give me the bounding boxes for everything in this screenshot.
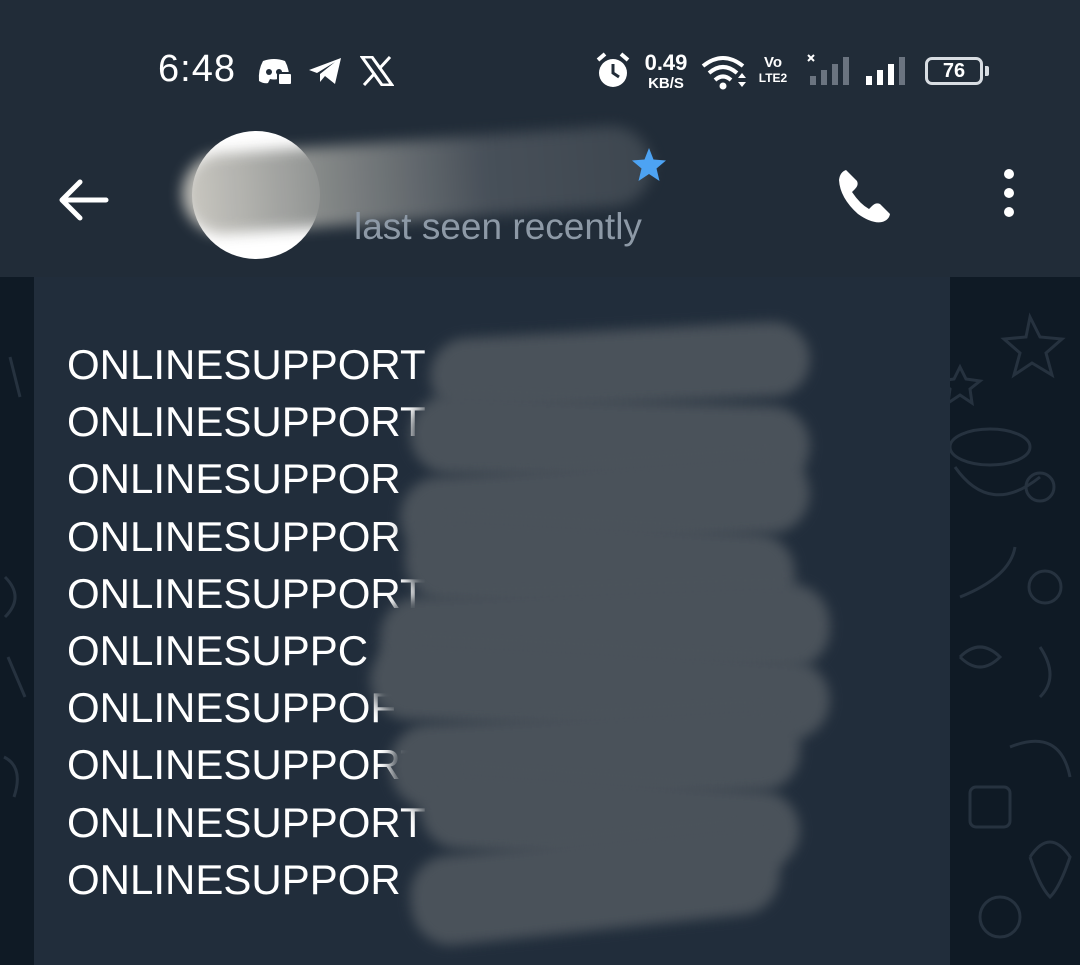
contact-status: last seen recently xyxy=(354,206,642,247)
more-menu-button[interactable] xyxy=(992,166,1026,226)
network-speed: 0.49 KB/S xyxy=(638,50,694,92)
network-speed-value: 0.49 xyxy=(644,50,688,75)
message-text: ONLINESUPPORT ONLINESUPPORT ONLINESUPPOR… xyxy=(67,336,426,908)
message-line: ONLINESUPPOR xyxy=(67,855,401,903)
discord-icon xyxy=(258,59,292,85)
volte-top: Vo xyxy=(763,54,783,71)
alarm-icon xyxy=(596,52,630,87)
network-speed-unit: KB/S xyxy=(648,75,684,92)
call-button[interactable] xyxy=(832,164,896,228)
telegram-icon xyxy=(309,58,341,84)
message-line: ONLINESUPPORT xyxy=(67,741,426,789)
battery-tip xyxy=(985,66,989,76)
message-line: ONLINESUPPORT xyxy=(67,798,426,846)
battery-icon: 76 xyxy=(925,57,983,85)
message-line: ONLINESUPPORT xyxy=(67,341,426,388)
star-icon xyxy=(632,148,666,181)
signal-sim2-icon xyxy=(866,57,905,85)
volte-bottom: LTE2 xyxy=(758,71,788,85)
volte-icon: Vo LTE2 xyxy=(756,55,790,84)
arrow-left-icon xyxy=(59,179,109,221)
wifi-icon xyxy=(701,56,746,90)
more-vertical-icon xyxy=(1004,169,1014,217)
message-line: ONLINESUPPOR xyxy=(67,455,401,503)
chat-header: last seen recently xyxy=(0,120,1080,277)
message-line: ONLINESUPPOR xyxy=(67,512,401,560)
phone-icon xyxy=(839,170,890,223)
status-time: 6:48 xyxy=(158,48,236,90)
back-button[interactable] xyxy=(50,170,114,230)
x-icon xyxy=(360,56,394,86)
status-bar: 6:48 0.49 KB/S Vo LTE2 76 xyxy=(0,0,1080,120)
message-line: ONLINESUPPORT xyxy=(67,569,426,617)
message-line: ONLINESUPPORT xyxy=(67,398,426,446)
signal-sim1-icon xyxy=(807,54,849,85)
